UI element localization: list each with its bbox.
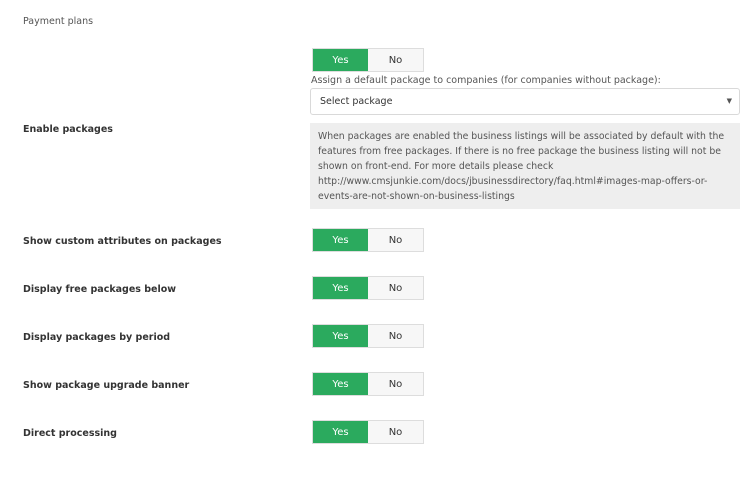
packages-by-period-toggle: Yes No <box>312 324 424 348</box>
caret-down-icon: ▼ <box>726 97 732 105</box>
default-package-select[interactable]: Select package ▼ <box>310 88 740 115</box>
packages-by-period-yes-button[interactable]: Yes <box>313 325 368 347</box>
free-packages-below-yes-button[interactable]: Yes <box>313 277 368 299</box>
packages-by-period-no-button[interactable]: No <box>368 325 423 347</box>
packages-by-period-label: Display packages by period <box>23 332 171 343</box>
custom-attributes-toggle: Yes No <box>312 228 424 252</box>
custom-attributes-no-button[interactable]: No <box>368 229 423 251</box>
section-title: Payment plans <box>23 16 94 27</box>
upgrade-banner-no-button[interactable]: No <box>368 373 423 395</box>
info-text-line: http://www.cmsjunkie.com/docs/jbusinessd… <box>318 176 708 187</box>
free-packages-below-toggle: Yes No <box>312 276 424 300</box>
enable-packages-toggle: Yes No <box>312 48 424 72</box>
packages-info-box: When packages are enabled the business l… <box>310 123 740 209</box>
default-package-select-value: Select package <box>320 96 393 107</box>
direct-processing-toggle: Yes No <box>312 420 424 444</box>
enable-packages-yes-button[interactable]: Yes <box>313 49 368 71</box>
enable-packages-label: Enable packages <box>23 124 113 135</box>
upgrade-banner-yes-button[interactable]: Yes <box>313 373 368 395</box>
upgrade-banner-toggle: Yes No <box>312 372 424 396</box>
enable-packages-no-button[interactable]: No <box>368 49 423 71</box>
free-packages-below-label: Display free packages below <box>23 284 177 295</box>
direct-processing-yes-button[interactable]: Yes <box>313 421 368 443</box>
info-text-line: features from free packages. If there is… <box>318 146 721 157</box>
direct-processing-no-button[interactable]: No <box>368 421 423 443</box>
info-text-line: events-are-not-shown-on-business-listing… <box>318 191 515 202</box>
direct-processing-label: Direct processing <box>23 428 117 439</box>
free-packages-below-no-button[interactable]: No <box>368 277 423 299</box>
upgrade-banner-label: Show package upgrade banner <box>23 380 190 391</box>
info-text-line: shown on front-end. For more details ple… <box>318 161 554 172</box>
custom-attributes-label: Show custom attributes on packages <box>23 236 222 247</box>
custom-attributes-yes-button[interactable]: Yes <box>313 229 368 251</box>
assign-default-package-label: Assign a default package to companies (f… <box>311 75 661 86</box>
info-text-line: When packages are enabled the business l… <box>318 131 725 142</box>
